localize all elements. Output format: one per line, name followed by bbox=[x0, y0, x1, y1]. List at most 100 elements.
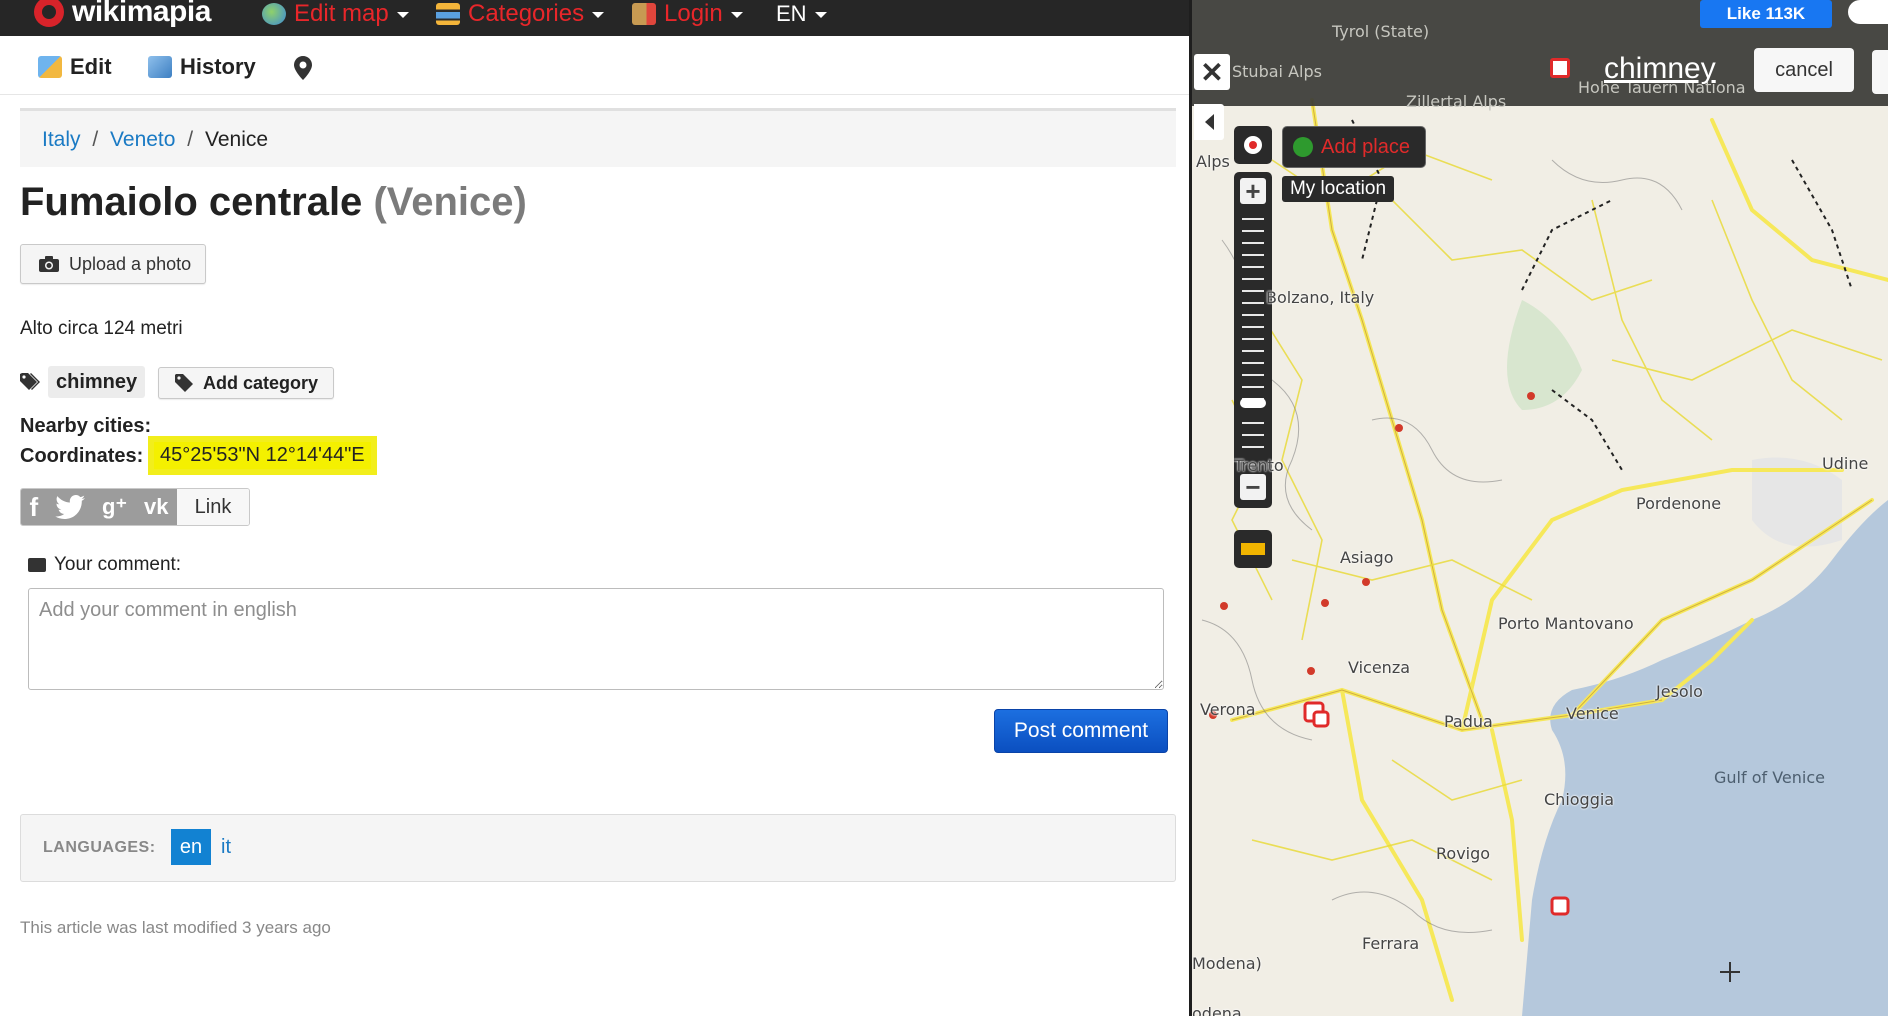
history-book-icon bbox=[148, 56, 172, 78]
history-button[interactable]: History bbox=[148, 54, 256, 80]
language-menu[interactable]: EN bbox=[776, 0, 827, 30]
login-menu[interactable]: Login bbox=[632, 0, 743, 30]
map-label-alps: Alps bbox=[1196, 152, 1230, 171]
camera-icon bbox=[39, 256, 59, 272]
article-toolbar: Edit History bbox=[0, 36, 1190, 95]
place-title: Fumaiolo centrale bbox=[20, 180, 363, 224]
vk-icon[interactable]: vk bbox=[144, 494, 168, 520]
zoom-tick bbox=[1242, 326, 1264, 328]
category-marker-icon bbox=[1550, 58, 1570, 78]
globe-pencil-icon bbox=[262, 3, 286, 25]
map-label-asiago: Asiago bbox=[1340, 548, 1394, 567]
zoom-tick bbox=[1242, 278, 1264, 280]
zoom-tick bbox=[1242, 422, 1264, 424]
zoom-tick bbox=[1242, 350, 1264, 352]
place-subtitle: (Venice) bbox=[373, 180, 527, 224]
zoom-tick bbox=[1242, 314, 1264, 316]
place-description: Alto circa 124 metri bbox=[20, 318, 183, 339]
language-it[interactable]: it bbox=[221, 836, 231, 859]
comment-heading: Your comment: bbox=[28, 554, 181, 576]
wikimapia-logo[interactable]: wikimapia bbox=[34, 0, 211, 30]
language-en[interactable]: en bbox=[171, 829, 211, 865]
map-label-zillertal: Zillertal Alps bbox=[1406, 92, 1507, 111]
cancel-filter-button[interactable]: cancel bbox=[1754, 48, 1854, 92]
edit-map-menu[interactable]: Edit map bbox=[262, 0, 409, 30]
pencil-icon bbox=[38, 56, 62, 78]
collapse-panel-button[interactable] bbox=[1194, 104, 1224, 140]
share-bar: f g⁺ vk Link bbox=[20, 488, 250, 526]
page-title: Fumaiolo centrale (Venice) bbox=[20, 180, 527, 225]
google-plus-icon[interactable]: g⁺ bbox=[102, 494, 127, 520]
map-label-gulf-of-venice: Gulf of Venice bbox=[1714, 768, 1825, 787]
breadcrumb-separator: / bbox=[187, 128, 194, 151]
zoom-tick bbox=[1242, 374, 1264, 376]
languages-box: LANGUAGES: en it bbox=[20, 814, 1176, 882]
chevron-down-icon bbox=[396, 12, 409, 18]
map-category-filter[interactable]: chimney bbox=[1604, 52, 1716, 86]
zoom-tick bbox=[1242, 362, 1264, 364]
history-label: History bbox=[180, 54, 256, 79]
post-comment-button[interactable]: Post comment bbox=[994, 709, 1168, 753]
last-modified-text: This article was last modified 3 years a… bbox=[20, 918, 331, 937]
zoom-tick bbox=[1242, 266, 1264, 268]
map-panel[interactable]: Tyrol (State) Stubai Alps Zillertal Alps… bbox=[1192, 0, 1888, 1016]
comment-textarea[interactable] bbox=[28, 588, 1164, 690]
edit-button[interactable]: Edit bbox=[38, 54, 112, 80]
breadcrumb-veneto[interactable]: Veneto bbox=[110, 128, 175, 151]
zoom-in-button[interactable]: + bbox=[1240, 178, 1266, 204]
categories-label: Categories bbox=[468, 0, 585, 27]
map-label-chioggia: Chioggia bbox=[1544, 790, 1615, 809]
add-category-button[interactable]: Add category bbox=[158, 367, 334, 399]
zoom-tick bbox=[1242, 254, 1264, 256]
tags-icon bbox=[20, 373, 40, 390]
category-badge-chimney[interactable]: chimney bbox=[48, 366, 146, 398]
map-label-padua: Padua bbox=[1444, 712, 1493, 731]
map-label-stubai: Stubai Alps bbox=[1232, 62, 1322, 81]
map-label-jesolo: Jesolo bbox=[1656, 682, 1703, 701]
zoom-tick bbox=[1242, 290, 1264, 292]
locate-on-map-button[interactable] bbox=[294, 56, 312, 80]
link-label: Link bbox=[194, 495, 232, 518]
map-label-ferrara: Ferrara bbox=[1362, 934, 1420, 953]
add-place-label: Add place bbox=[1321, 135, 1410, 158]
map-label-tyrol: Tyrol (State) bbox=[1332, 22, 1430, 41]
categories-menu[interactable]: Categories bbox=[436, 0, 605, 30]
twitter-icon[interactable] bbox=[55, 495, 86, 519]
edge-toggle[interactable] bbox=[1848, 0, 1888, 24]
facebook-icon[interactable]: f bbox=[29, 492, 38, 523]
place-marker-toggle[interactable] bbox=[1234, 126, 1272, 164]
zoom-out-button[interactable]: − bbox=[1240, 474, 1266, 500]
edit-map-label: Edit map bbox=[294, 0, 389, 27]
map-label-udine: Udine bbox=[1822, 454, 1869, 473]
zoom-tick bbox=[1242, 218, 1264, 220]
edge-button[interactable] bbox=[1872, 50, 1888, 94]
breadcrumb-venice: Venice bbox=[204, 128, 269, 151]
coordinates-label: Coordinates: bbox=[20, 445, 144, 467]
zoom-slider-thumb[interactable] bbox=[1240, 398, 1266, 408]
link-button[interactable]: Link bbox=[177, 489, 249, 525]
ruler-tool-button[interactable] bbox=[1234, 530, 1272, 568]
map-label-pordenone: Pordenone bbox=[1636, 494, 1722, 513]
close-panel-button[interactable]: ✕ bbox=[1194, 54, 1230, 90]
door-icon bbox=[632, 3, 656, 25]
cancel-label: cancel bbox=[1775, 58, 1833, 81]
fb-like-label: Like 113K bbox=[1726, 4, 1806, 23]
language-label: EN bbox=[776, 1, 807, 26]
add-place-button[interactable]: Add place bbox=[1282, 126, 1426, 168]
map-label-vicenza: Vicenza bbox=[1348, 658, 1411, 677]
login-label: Login bbox=[664, 0, 723, 27]
breadcrumb-separator: / bbox=[92, 128, 99, 151]
my-location-button[interactable]: My location bbox=[1282, 176, 1394, 202]
categories-tree-icon bbox=[436, 3, 460, 25]
upload-photo-button[interactable]: Upload a photo bbox=[20, 244, 206, 284]
facebook-like-button[interactable]: Like 113K bbox=[1700, 0, 1832, 28]
breadcrumb-italy[interactable]: Italy bbox=[42, 128, 81, 151]
chevron-down-icon bbox=[592, 12, 605, 18]
nearby-cities-label: Nearby cities: bbox=[20, 415, 152, 437]
zoom-tick bbox=[1242, 338, 1264, 340]
zoom-tick bbox=[1242, 242, 1264, 244]
chevron-down-icon bbox=[814, 12, 827, 18]
breadcrumb: Italy / Veneto / Venice bbox=[20, 108, 1176, 167]
zoom-tick bbox=[1242, 302, 1264, 304]
map-label-modena: Modena) bbox=[1192, 954, 1262, 973]
